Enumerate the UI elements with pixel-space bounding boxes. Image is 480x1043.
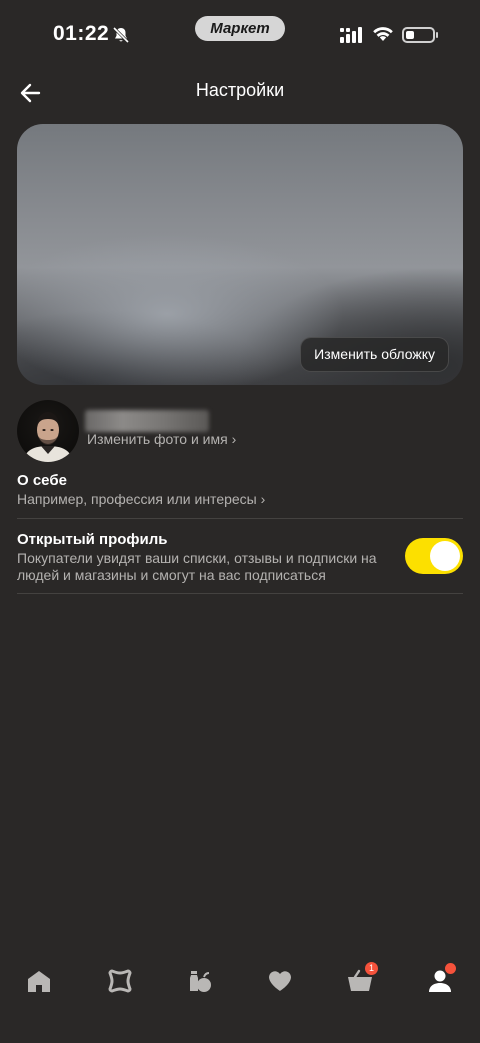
about-title: О себе <box>17 472 67 489</box>
bell-off-icon <box>112 26 130 49</box>
about-input[interactable]: Например, профессия или интересы › <box>17 491 265 507</box>
open-profile-toggle[interactable] <box>405 538 463 574</box>
nav-home[interactable] <box>19 964 59 998</box>
cover-image: Изменить обложку <box>17 124 463 385</box>
change-photo-link[interactable]: Изменить фото и имя › <box>87 431 236 447</box>
profile-name-blurred <box>85 410 209 432</box>
toggle-knob <box>430 541 460 571</box>
page-title: Настройки <box>195 80 285 100</box>
catalog-icon <box>108 969 132 993</box>
nav-grocery[interactable] <box>180 964 220 998</box>
grocery-icon <box>190 971 211 992</box>
avatar-photo <box>23 412 73 462</box>
divider <box>17 518 463 519</box>
open-profile-title: Открытый профиль <box>17 531 168 548</box>
battery-icon <box>402 27 438 43</box>
profile-notification-dot <box>445 963 456 974</box>
nav-favorites[interactable] <box>260 964 300 998</box>
avatar[interactable] <box>17 400 79 462</box>
nav-profile[interactable] <box>420 963 460 998</box>
home-icon <box>28 971 50 992</box>
nav-cart[interactable]: 1 <box>340 962 380 998</box>
app-badge[interactable]: Маркет <box>195 16 285 41</box>
status-bar: 01:22 Маркет <box>0 0 480 70</box>
divider <box>17 593 463 594</box>
cart-badge: 1 <box>365 962 378 975</box>
open-profile-description: Покупатели увидят ваши списки, отзывы и … <box>17 550 377 583</box>
change-cover-button[interactable]: Изменить обложку <box>300 337 449 372</box>
status-time: 01:22 <box>53 22 110 45</box>
bottom-nav: 1 <box>0 950 480 1010</box>
heart-icon <box>269 971 291 991</box>
wifi-icon <box>372 24 394 47</box>
nav-catalog[interactable] <box>100 964 140 998</box>
signal-icon <box>340 27 362 48</box>
